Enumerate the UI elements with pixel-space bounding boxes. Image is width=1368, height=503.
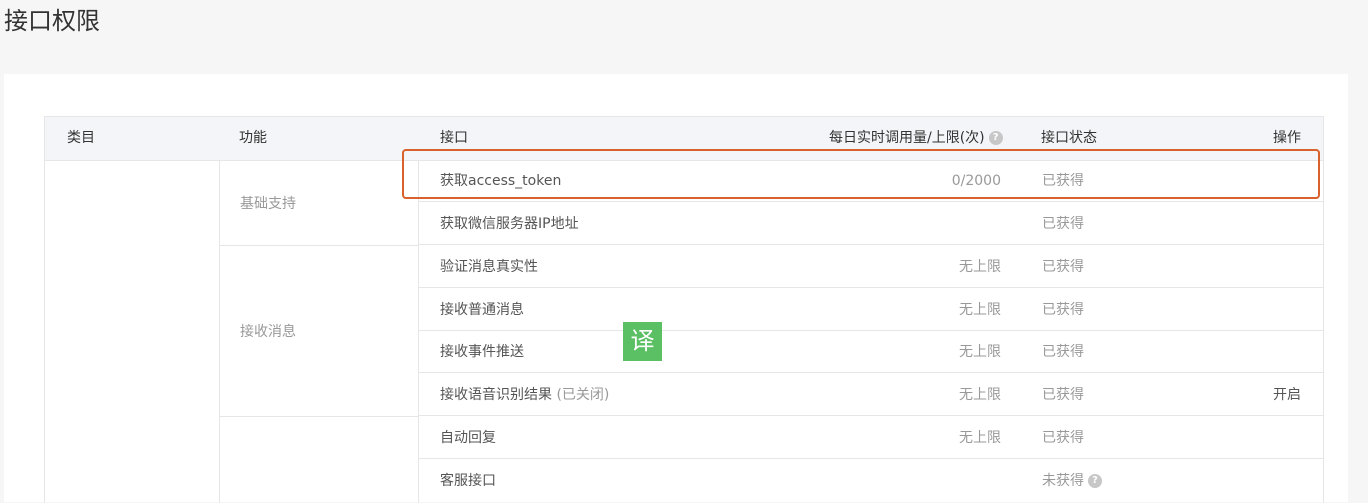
api-name: 自动回复	[440, 430, 496, 446]
enable-link[interactable]: 开启	[1273, 374, 1301, 416]
status-value: 已获得	[1042, 387, 1084, 403]
api-name: 获取微信服务器IP地址	[440, 216, 579, 232]
function-group-label: 基础支持	[240, 195, 296, 212]
help-icon[interactable]: ?	[1088, 474, 1102, 488]
table-row: 自动回复 无上限 已获得	[419, 417, 1323, 459]
status-value: 已获得	[1042, 344, 1084, 360]
header-category: 类目	[67, 130, 95, 146]
quota-value: 无上限	[959, 302, 1001, 318]
function-group-label: 接收消息	[240, 324, 296, 340]
api-name: 验证消息真实性	[440, 259, 538, 275]
header-function: 功能	[239, 130, 267, 146]
table-row: 客服接口 未获得?	[419, 460, 1323, 502]
status-label: 未获得	[1042, 473, 1084, 489]
status-value: 已获得	[1042, 259, 1084, 275]
page-title: 接口权限	[4, 7, 100, 35]
api-name: 客服接口	[440, 473, 496, 489]
api-name: 接收语音识别结果 (已关闭)	[440, 374, 609, 416]
api-name: 接收普通消息	[440, 302, 524, 318]
status-value: 已获得	[1042, 430, 1084, 446]
highlight-box	[402, 149, 1320, 199]
help-icon[interactable]: ?	[988, 131, 1003, 145]
translate-icon[interactable]: 译	[623, 322, 662, 361]
table-row: 获取微信服务器IP地址 已获得	[419, 203, 1323, 245]
header-quota-label: 每日实时调用量/上限(次)	[829, 130, 985, 146]
api-name-label: 接收语音识别结果	[440, 387, 552, 403]
api-name: 接收事件推送	[440, 344, 524, 360]
status-value: 未获得?	[1042, 460, 1102, 502]
status-value: 已获得	[1042, 216, 1084, 232]
table-row: 接收事件推送 无上限 已获得	[419, 331, 1323, 373]
function-group: 基础支持	[220, 160, 418, 245]
status-value: 已获得	[1042, 302, 1084, 318]
table-row: 接收语音识别结果 (已关闭) 无上限 已获得 开启	[419, 374, 1323, 416]
function-group	[220, 417, 418, 503]
table-row: 验证消息真实性 无上限 已获得	[419, 246, 1323, 288]
table-row: 接收普通消息 无上限 已获得	[419, 289, 1323, 331]
quota-value: 无上限	[959, 259, 1001, 275]
quota-value: 无上限	[959, 430, 1001, 446]
quota-value: 无上限	[959, 344, 1001, 360]
api-note: (已关闭)	[556, 387, 610, 403]
function-group: 接收消息	[220, 246, 418, 416]
quota-value: 无上限	[959, 387, 1001, 403]
